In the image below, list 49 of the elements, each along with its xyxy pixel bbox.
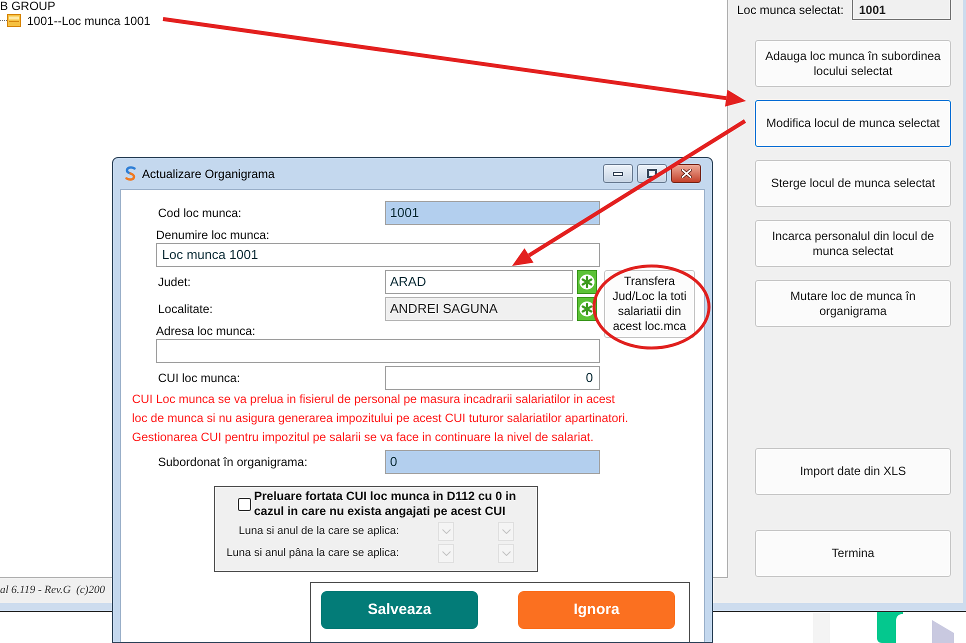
text-field[interactable]: 0 (385, 450, 600, 474)
chevron-icon (502, 551, 510, 556)
field-label: Judet: (157, 274, 192, 291)
close-button[interactable] (671, 164, 701, 183)
action-button[interactable]: Modifica locul de munca selectat (755, 100, 951, 147)
text-field[interactable] (156, 339, 600, 363)
close-icon (680, 169, 692, 178)
maximize-icon (647, 169, 657, 178)
field-label: Subordonat în organigrama: (157, 454, 308, 471)
checkbox[interactable] (238, 498, 251, 511)
minimize-icon (613, 172, 623, 176)
text-field[interactable]: 0 (385, 366, 600, 390)
chevron-icon (442, 551, 450, 556)
node-icon (7, 14, 21, 27)
text-field[interactable]: ARAD (385, 270, 573, 294)
save-button[interactable]: Salveaza (321, 591, 478, 629)
transfer-button[interactable]: Transfera Jud/Loc la toti salariatii din acest loc.mca (604, 270, 695, 338)
text-field[interactable]: 1001 (385, 201, 600, 225)
checkbox-label: Preluare fortata CUI loc munca in D112 cu 0 in cazul in care nu exista angajati pe acest CUI (254, 489, 518, 519)
field-label: Adresa loc munca: (156, 324, 256, 338)
text-field[interactable]: Loc munca 1001 (156, 243, 600, 267)
app-icon (877, 612, 903, 643)
trapezoid-icon (932, 620, 954, 643)
action-button[interactable]: Adauga loc munca în subordinea locului selectat (755, 40, 951, 87)
action-button[interactable]: Incarca personalul din locul de munca selectat (755, 220, 951, 267)
asterisk-icon (579, 301, 595, 317)
action-button[interactable]: Mutare loc de munca în organigrama (755, 280, 951, 327)
asterisk-icon (579, 274, 595, 290)
field-label: Loc munca selectat: (737, 2, 844, 19)
field-label: Luna si anul pâna la care se aplica: (226, 546, 399, 562)
field-label: Localitate: (157, 301, 214, 318)
picker-button[interactable] (577, 270, 597, 294)
action-button[interactable]: Termina (755, 530, 951, 577)
tree-item[interactable]: 1001--Loc munca 1001 (27, 14, 150, 28)
status-text: al 6.119 - Rev.G (c)200 (0, 583, 105, 598)
action-button[interactable]: Sterge locul de munca selectat (755, 160, 951, 207)
field-label: CUI loc munca: (157, 370, 242, 387)
action-button[interactable]: Import date din XLS (755, 448, 951, 495)
field-label: Luna si anul de la care se aplica: (238, 524, 399, 540)
app-logo-icon (125, 166, 136, 181)
text-field[interactable]: 1001 (852, 0, 951, 20)
window-title: Actualizare Organigrama (142, 166, 275, 182)
minimize-button[interactable] (603, 164, 633, 183)
field-label: Denumire loc munca: (156, 228, 270, 242)
field-label: Cod loc munca: (157, 205, 242, 222)
warning-text: CUI Loc munca se va prelua in fisierul de personal pe masura incadrarii salariatilor in acest loc de munca si nu asigura generarea impozitului pe acest CUI tuturor salariatilor apartinatori. Gestionarea CUI pentru impozitul pe salarii se va face in continuare la nivel de salariat. (132, 391, 630, 446)
tree-item[interactable]: B GROUP (0, 0, 56, 12)
chevron-icon (502, 529, 510, 534)
chevron-icon (442, 529, 450, 534)
